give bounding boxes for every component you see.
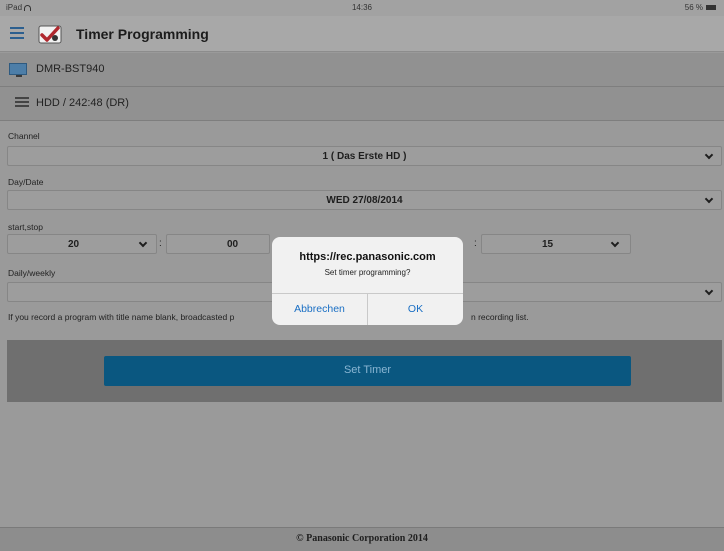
status-bar: iPad 14:36 56 % [0,0,724,16]
date-label: Day/Date [8,177,44,187]
copyright-text: © Panasonic Corporation 2014 [296,533,428,544]
time-separator: : [159,238,162,249]
start-hour-select[interactable]: 20 [7,234,157,254]
timer-check-icon [38,25,62,44]
date-select[interactable]: WED 27/08/2014 [7,190,722,210]
channel-label: Channel [8,131,40,141]
stop-minute-select[interactable]: 15 [481,234,631,254]
cancel-button[interactable]: Abbrechen [272,293,367,325]
storage-row[interactable]: HDD / 242:48 (DR) [0,87,724,121]
battery-icon [706,5,716,11]
status-battery: 56 % [685,3,716,12]
stop-minute-value: 15 [542,239,554,250]
time-separator: : [474,238,477,249]
device-row[interactable]: DMR-BST940 [0,53,724,87]
start-hour-value: 20 [68,239,80,250]
info-note-left: If you record a program with title name … [8,312,235,322]
start-minute-value: 00 [227,239,239,250]
set-timer-button[interactable]: Set Timer [104,356,631,386]
device-name: DMR-BST940 [36,63,105,75]
hamburger-icon[interactable] [10,27,24,39]
startstop-label: start,stop [8,222,43,232]
tv-icon [9,63,27,75]
repeat-label: Daily/weekly [8,268,56,278]
footer: © Panasonic Corporation 2014 [0,527,724,551]
confirm-dialog: https://rec.panasonic.com Set timer prog… [272,237,463,325]
info-note-right: n recording list. [471,312,529,322]
dialog-title: https://rec.panasonic.com [299,251,436,263]
channel-select[interactable]: 1 ( Das Erste HD ) [7,146,722,166]
channel-value: 1 ( Das Erste HD ) [322,151,407,162]
chevron-down-icon [138,238,148,248]
set-timer-label: Set Timer [343,364,392,376]
timer-programming-screen: iPad 14:36 56 % Timer Programming DMR-BS… [0,0,724,551]
header: Timer Programming [0,16,724,52]
start-minute-select[interactable]: 00 [166,234,270,254]
chevron-down-icon [610,238,620,248]
dialog-message: Set timer programming? [324,268,411,277]
tv-stand [16,75,22,77]
date-value: WED 27/08/2014 [326,195,403,206]
status-time: 14:36 [351,3,373,12]
ok-button[interactable]: OK [368,293,463,325]
page-title: Timer Programming [76,26,209,42]
chevron-down-icon [704,286,714,296]
hdd-icon [9,97,29,109]
storage-info: HDD / 242:48 (DR) [36,97,129,109]
